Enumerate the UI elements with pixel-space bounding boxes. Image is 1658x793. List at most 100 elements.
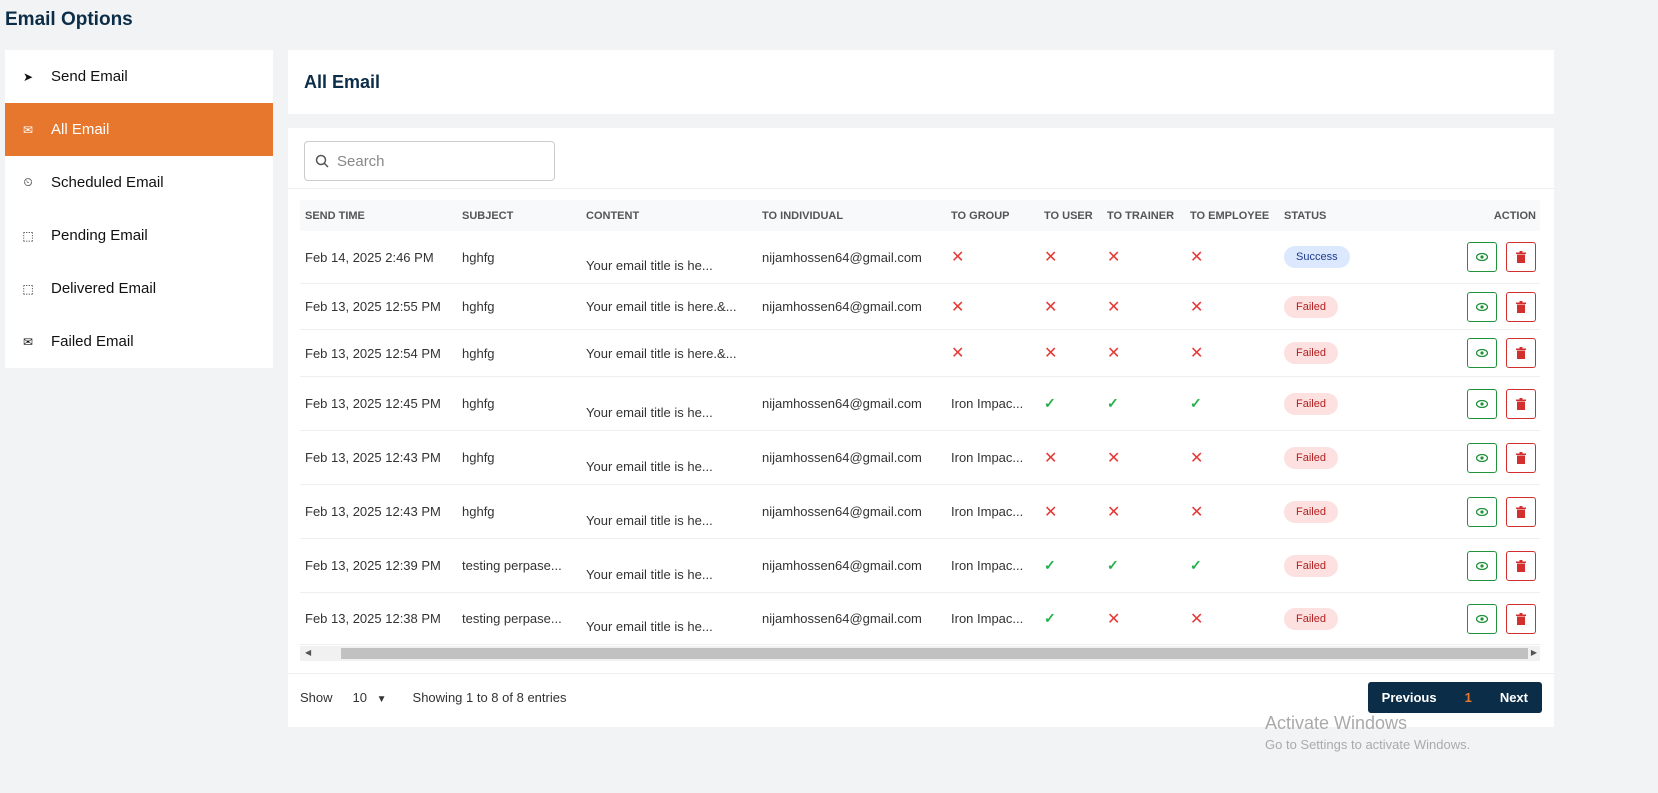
horizontal-scrollbar[interactable]: ◀ ▶	[300, 646, 1540, 661]
next-button[interactable]: Next	[1486, 690, 1542, 705]
view-button[interactable]	[1467, 442, 1497, 473]
view-button[interactable]	[1467, 603, 1497, 634]
pending-icon: ⬚	[22, 228, 34, 243]
cross-icon: ✕	[951, 249, 965, 266]
sidebar-item-delivered-email[interactable]: ⬚ Delivered Email	[5, 262, 273, 315]
search-icon	[315, 154, 329, 168]
cross-icon: ✕	[1107, 503, 1121, 521]
delete-button[interactable]	[1506, 291, 1536, 322]
delete-button[interactable]	[1506, 603, 1536, 634]
eye-icon	[1476, 453, 1488, 462]
sidebar-item-label: All Email	[51, 121, 110, 138]
send-icon: ➤	[22, 69, 34, 84]
status-badge: Success	[1284, 246, 1350, 268]
cell-time: Feb 13, 2025 12:39 PM	[305, 558, 441, 573]
page-size-control: Show 10 ▼ Showing 1 to 8 of 8 entries	[300, 690, 566, 705]
delete-button[interactable]	[1506, 550, 1536, 581]
check-icon: ✓	[1044, 395, 1056, 411]
cross-icon: ✕	[1044, 345, 1058, 362]
delete-button[interactable]	[1506, 338, 1536, 368]
column-header: TO INDIVIDUAL	[762, 209, 844, 222]
cross-icon: ✕	[1044, 298, 1058, 316]
sidebar-item-scheduled-email[interactable]: ⏲ Scheduled Email	[5, 156, 273, 209]
column-header: SEND TIME	[305, 209, 365, 222]
sidebar-item-label: Failed Email	[51, 333, 134, 350]
sidebar-item-failed-email[interactable]: ✉ Failed Email	[5, 315, 273, 368]
sidebar-item-send-email[interactable]: ➤ Send Email	[5, 50, 273, 103]
sidebar-item-label: Delivered Email	[51, 280, 157, 297]
cross-icon: ✕	[1107, 345, 1121, 362]
scroll-right-icon[interactable]: ▶	[1531, 648, 1537, 657]
table-row: Feb 14, 2025 2:46 PM hghfg Your email titl…	[300, 231, 1540, 284]
cross-icon: ✕	[1190, 503, 1204, 521]
cell-subject: hghfg	[462, 345, 495, 361]
cell-content: Your email title is here.&...	[586, 299, 737, 314]
column-header: ACTION	[1493, 209, 1536, 222]
column-header: CONTENT	[586, 209, 640, 222]
cell-time: Feb 13, 2025 12:54 PM	[305, 345, 441, 361]
cross-icon: ✕	[1190, 449, 1204, 467]
cell-subject: hghfg	[462, 396, 495, 411]
scroll-left-icon[interactable]: ◀	[305, 648, 311, 657]
check-icon: ✓	[1044, 610, 1056, 626]
table-row: Feb 13, 2025 12:55 PM hghfg Your email tit…	[300, 284, 1540, 330]
search-input[interactable]: Search	[304, 141, 555, 181]
cross-icon: ✕	[1190, 249, 1204, 266]
sidebar-item-all-email[interactable]: ✉ All Email	[5, 103, 273, 156]
status-badge: Failed	[1284, 446, 1338, 469]
column-header: SUBJECT	[462, 209, 514, 222]
eye-icon	[1476, 614, 1488, 623]
view-button[interactable]	[1467, 242, 1497, 272]
page-1-button[interactable]: 1	[1451, 690, 1486, 705]
sidebar-item-label: Send Email	[51, 68, 128, 85]
cross-icon: ✕	[1190, 610, 1204, 628]
view-button[interactable]	[1467, 496, 1497, 527]
eye-icon	[1476, 561, 1488, 570]
page-title: Email Options	[5, 9, 133, 30]
cross-icon: ✕	[1044, 503, 1058, 521]
status-badge: Failed	[1284, 607, 1338, 630]
delete-button[interactable]	[1506, 496, 1536, 527]
sidebar-item-pending-email[interactable]: ⬚ Pending Email	[5, 209, 273, 262]
view-button[interactable]	[1467, 291, 1497, 322]
delete-button[interactable]	[1506, 442, 1536, 473]
page-size-select[interactable]: 10 ▼	[353, 690, 393, 705]
cell-individual: nijamhossen64@gmail.com	[762, 299, 922, 314]
view-button[interactable]	[1467, 550, 1497, 581]
table-row: Feb 13, 2025 12:43 PM hghfg Your email tit…	[300, 485, 1540, 539]
delete-button[interactable]	[1506, 388, 1536, 419]
watermark-subtitle: Go to Settings to activate Windows.	[1265, 737, 1471, 752]
check-icon: ✓	[1190, 395, 1202, 411]
chevron-down-icon: ▼	[376, 694, 387, 705]
eye-icon	[1476, 399, 1488, 408]
cross-icon: ✕	[1190, 298, 1204, 316]
cross-icon: ✕	[1190, 345, 1204, 362]
delivered-icon: ⬚	[22, 281, 34, 296]
table-row: Feb 13, 2025 12:45 PM hghfg Your email tit…	[300, 377, 1540, 431]
table-row: Feb 13, 2025 12:43 PM hghfg Your email tit…	[300, 431, 1540, 485]
divider	[288, 673, 1554, 674]
cell-group: Iron Impac...	[951, 504, 1024, 519]
trash-icon	[1516, 347, 1526, 359]
view-button[interactable]	[1467, 338, 1497, 368]
column-header: TO USER	[1044, 209, 1093, 222]
column-header: TO GROUP	[951, 209, 1010, 222]
table-row: Feb 13, 2025 12:39 PM testing perpase... Y…	[300, 539, 1540, 593]
table-row: Feb 13, 2025 12:54 PM hghfg Your email tit…	[300, 330, 1540, 377]
cell-time: Feb 13, 2025 12:45 PM	[305, 396, 441, 411]
cell-content: Your email title is he...	[586, 459, 713, 474]
cross-icon: ✕	[1107, 249, 1121, 266]
trash-icon	[1516, 300, 1526, 313]
scheduled-icon: ⏲	[23, 175, 33, 189]
previous-button[interactable]: Previous	[1368, 690, 1451, 705]
sidebar-item-label: Scheduled Email	[51, 174, 164, 191]
view-button[interactable]	[1467, 388, 1497, 419]
scrollbar-thumb[interactable]	[341, 648, 1528, 659]
watermark-title: Activate Windows	[1265, 713, 1408, 733]
table-row: Feb 13, 2025 12:38 PM testing perpase... Y…	[300, 593, 1540, 645]
status-badge: Failed	[1284, 500, 1338, 523]
table-header: SEND TIME SUBJECT CONTENT TO INDIVIDUAL TO G…	[300, 200, 1540, 231]
cross-icon: ✕	[1107, 449, 1121, 467]
delete-button[interactable]	[1506, 242, 1536, 272]
check-icon: ✓	[1190, 557, 1202, 573]
